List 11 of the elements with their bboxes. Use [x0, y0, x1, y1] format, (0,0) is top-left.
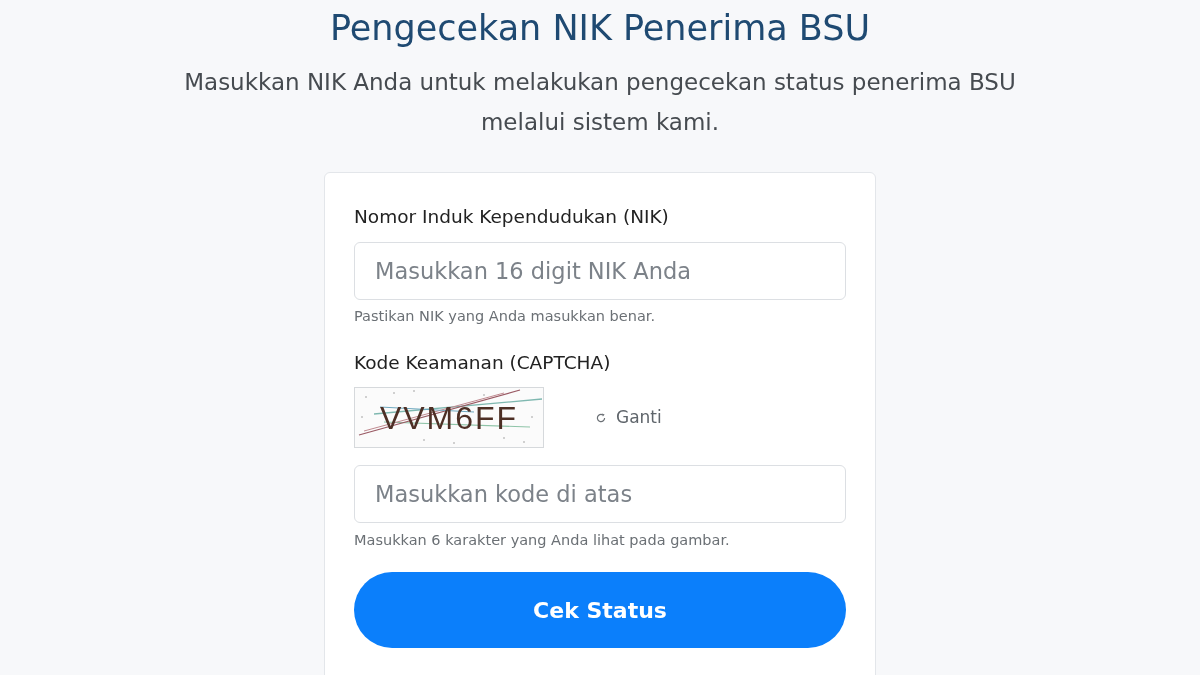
- field-label: Kode Keamanan (CAPTCHA): [354, 351, 611, 375]
- helper-text: Pastikan NIK yang Anda masukkan benar.: [354, 307, 655, 326]
- refresh-icon: [596, 412, 606, 423]
- text-input-field[interactable]: Masukkan 16 digit NIK Anda: [354, 242, 846, 300]
- helper-text: Masukkan 6 karakter yang Anda lihat pada gambar.: [354, 531, 730, 550]
- page-title: Pengecekan NIK Penerima BSU: [329, 8, 871, 48]
- page-description: Masukkan NIK Anda untuk melakukan pengecekan status penerima BSU melalui sistem kami.: [183, 68, 1017, 137]
- text-input-field[interactable]: Masukkan kode di atas: [354, 465, 846, 523]
- refresh-captcha-button[interactable]: Ganti: [596, 404, 662, 431]
- field-label: Nomor Induk Kependudukan (NIK): [354, 205, 669, 229]
- submit-button[interactable]: Cek Status: [354, 572, 846, 648]
